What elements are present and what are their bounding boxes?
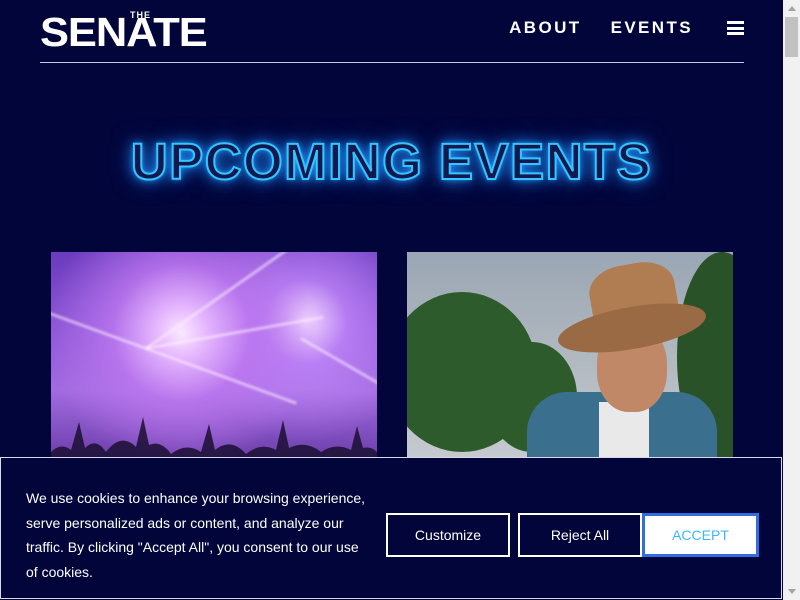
concert-crowd-image xyxy=(51,252,377,482)
event-card-2[interactable] xyxy=(407,252,733,482)
cookie-message: We use cookies to enhance your browsing … xyxy=(26,490,366,580)
page-heading: UPCOMING EVENTS xyxy=(130,133,653,191)
customize-button[interactable]: Customize xyxy=(386,513,510,557)
nav-events-link[interactable]: EVENTS xyxy=(611,18,693,38)
logo-main-text: SENATE xyxy=(40,9,208,55)
event-card-1[interactable] xyxy=(51,252,377,482)
scroll-up-arrow-icon[interactable] xyxy=(783,0,800,17)
accept-button[interactable]: ACCEPT xyxy=(642,513,759,557)
vertical-scrollbar[interactable] xyxy=(783,0,800,600)
cookie-banner: We use cookies to enhance your browsing … xyxy=(0,457,782,599)
scroll-down-arrow-icon[interactable] xyxy=(783,583,800,600)
nav-about-link[interactable]: ABOUT xyxy=(509,18,581,38)
reject-all-button[interactable]: Reject All xyxy=(518,513,642,557)
main-nav: ABOUT EVENTS xyxy=(509,16,744,40)
hamburger-menu-icon[interactable] xyxy=(727,21,744,35)
smiling-man-image xyxy=(407,252,733,482)
site-header: THE SENATE ABOUT EVENTS xyxy=(40,0,744,63)
site-logo[interactable]: THE SENATE xyxy=(40,9,245,55)
scrollbar-thumb[interactable] xyxy=(785,17,798,57)
